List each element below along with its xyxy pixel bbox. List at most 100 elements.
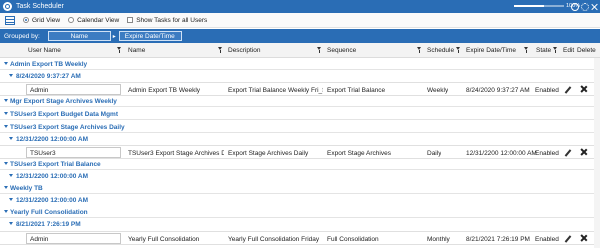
user-name-cell[interactable]: Admin xyxy=(26,233,121,244)
filter-icon[interactable] xyxy=(417,47,422,53)
col-name[interactable]: Name xyxy=(128,47,145,54)
edit-pencil-icon[interactable] xyxy=(564,149,572,157)
collapse-arrow-icon[interactable] xyxy=(9,198,13,201)
window-title: Task Scheduler xyxy=(16,3,64,10)
col-delete: Delete xyxy=(577,47,596,54)
collapse-arrow-icon[interactable] xyxy=(4,186,8,189)
sequence-cell: Export Trial Balance xyxy=(327,87,386,94)
group-title: Mgr Export Stage Archives Weekly xyxy=(10,98,117,105)
grid-view-radio[interactable]: Grid View xyxy=(23,17,60,24)
expire-cell: 12/31/2200 12:00:00 AM xyxy=(466,150,537,157)
grid-layout-icon[interactable] xyxy=(5,15,15,25)
calendar-view-radio[interactable]: Calendar View xyxy=(68,17,119,24)
calendar-view-label: Calendar View xyxy=(77,16,120,24)
group-row-name[interactable]: TSUser3 Export Budget Data Mgmt xyxy=(0,109,600,120)
group-date: 12/31/2200 12:00:00 AM xyxy=(16,136,89,143)
description-cell: Yearly Full Consolidation Friday xyxy=(228,236,320,243)
filter-icon[interactable] xyxy=(456,47,461,53)
grid-view-label: Grid View xyxy=(32,16,61,24)
filter-icon[interactable] xyxy=(524,47,529,53)
user-name-cell[interactable]: TSUser3 xyxy=(26,147,121,158)
collapse-arrow-icon[interactable] xyxy=(4,125,8,128)
col-sequence[interactable]: Sequence xyxy=(327,47,356,54)
edit-pencil-icon[interactable] xyxy=(564,86,572,94)
collapse-arrow-icon[interactable] xyxy=(4,62,8,65)
collapse-arrow-icon[interactable] xyxy=(4,112,8,115)
group-date: 8/24/2020 9:37:27 AM xyxy=(16,73,81,80)
name-cell: Yearly Full Consolidation xyxy=(128,236,200,243)
collapse-arrow-icon[interactable] xyxy=(9,222,13,225)
group-title: Yearly Full Consolidation xyxy=(10,209,88,216)
col-schedule[interactable]: Schedule xyxy=(427,47,454,54)
user-name-value: Admin xyxy=(30,236,49,243)
delete-x-icon[interactable] xyxy=(580,149,586,155)
user-name-cell[interactable]: Admin xyxy=(26,84,121,95)
table-row[interactable]: Admin Admin Export TB Weekly Export Tria… xyxy=(0,82,600,96)
filter-icon[interactable] xyxy=(117,47,122,53)
vertical-scrollbar[interactable] xyxy=(594,58,600,248)
group-title: TSUser3 Export Stage Archives Daily xyxy=(10,124,125,131)
col-description[interactable]: Description xyxy=(228,47,261,54)
settings-icon[interactable] xyxy=(581,3,589,11)
delete-x-icon[interactable] xyxy=(580,235,586,241)
filter-icon[interactable] xyxy=(317,47,322,53)
grouped-by-label: Grouped by: xyxy=(4,32,40,40)
group-title: Admin Export TB Weekly xyxy=(10,61,88,68)
group-row-name[interactable]: Mgr Export Stage Archives Weekly xyxy=(0,96,600,107)
name-cell: Admin Export TB Weekly xyxy=(128,87,201,94)
collapse-arrow-icon[interactable] xyxy=(4,162,8,165)
group-date: 8/21/2021 7:26:19 PM xyxy=(16,221,81,228)
group-row-name[interactable]: Admin Export TB Weekly xyxy=(0,59,600,70)
filter-icon[interactable] xyxy=(218,47,223,53)
group-date: 12/31/2200 12:00:00 AM xyxy=(16,173,89,180)
group-row-name[interactable]: Weekly TB xyxy=(0,183,600,194)
toolbar: Grid View Calendar View Show Tasks for a… xyxy=(0,13,600,28)
state-cell: Enabled xyxy=(535,150,559,157)
group-chip-expire[interactable]: Expire Date/Time xyxy=(118,31,182,41)
expire-cell: 8/24/2020 9:37:27 AM xyxy=(466,87,530,94)
zoom-slider[interactable] xyxy=(514,5,564,7)
group-chip-name[interactable]: Name xyxy=(47,31,111,41)
col-expire[interactable]: Expire Date/Time xyxy=(466,47,516,54)
group-row-date[interactable]: 12/31/2200 12:00:00 AM xyxy=(0,171,600,182)
radio-unselected-icon xyxy=(68,17,75,23)
group-title: Weekly TB xyxy=(10,185,43,192)
group-row-name[interactable]: TSUser3 Export Trial Balance xyxy=(0,159,600,170)
schedule-cell: Daily xyxy=(427,150,442,157)
show-all-users-label: Show Tasks for all Users xyxy=(136,16,208,24)
show-all-users-checkbox[interactable]: Show Tasks for all Users xyxy=(127,17,207,24)
expire-cell: 8/21/2021 7:26:19 PM xyxy=(466,236,530,243)
collapse-arrow-icon[interactable] xyxy=(9,74,13,77)
refresh-icon[interactable] xyxy=(571,3,579,11)
group-row-name[interactable]: Yearly Full Consolidation xyxy=(0,207,600,218)
collapse-arrow-icon[interactable] xyxy=(4,99,8,102)
state-cell: Enabled xyxy=(535,236,559,243)
close-icon[interactable] xyxy=(591,3,599,11)
description-cell: Export Trial Balance Weekly Fri_Sun xyxy=(228,87,323,94)
col-edit: Edit xyxy=(563,47,575,54)
group-row-date[interactable]: 8/21/2021 7:26:19 PM xyxy=(0,219,600,230)
table-row[interactable]: Admin Yearly Full Consolidation Yearly F… xyxy=(0,231,600,245)
filter-icon[interactable] xyxy=(553,47,558,53)
group-row-name[interactable]: TSUser3 Export Stage Archives Daily xyxy=(0,122,600,133)
group-row-date[interactable]: 12/31/2200 12:00:00 AM xyxy=(0,195,600,206)
group-row-date[interactable]: 8/24/2020 9:37:27 AM xyxy=(0,71,600,82)
col-user-name[interactable]: User Name xyxy=(28,47,61,54)
collapse-arrow-icon[interactable] xyxy=(4,210,8,213)
sequence-cell: Full Consolidation xyxy=(327,236,379,243)
title-bar: Task Scheduler 100% xyxy=(0,0,600,13)
collapse-arrow-icon[interactable] xyxy=(9,174,13,177)
table-row[interactable]: TSUser3 TSUser3 Export Stage Archives D.… xyxy=(0,145,600,159)
state-cell: Enabled xyxy=(535,87,559,94)
schedule-cell: Weekly xyxy=(427,87,449,94)
edit-pencil-icon[interactable] xyxy=(564,235,572,243)
collapse-arrow-icon[interactable] xyxy=(9,137,13,140)
group-separator-icon: ▸ xyxy=(112,33,116,40)
sequence-cell: Export Stage Archives xyxy=(327,150,391,157)
group-title: TSUser3 Export Trial Balance xyxy=(10,161,101,168)
name-cell: TSUser3 Export Stage Archives D... xyxy=(128,150,224,157)
grid-header: User Name Name Description Sequence Sche… xyxy=(0,43,600,58)
col-state[interactable]: State xyxy=(536,47,551,54)
delete-x-icon[interactable] xyxy=(580,86,586,92)
group-row-date[interactable]: 12/31/2200 12:00:00 AM xyxy=(0,134,600,145)
